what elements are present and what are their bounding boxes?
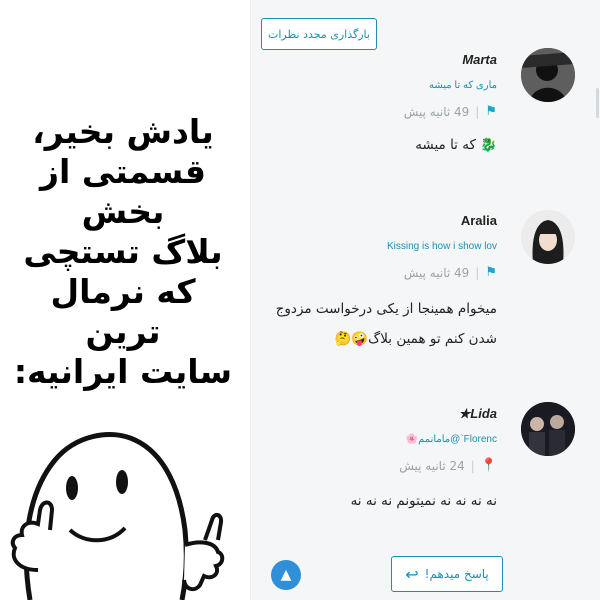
comment-body: 🐉 که تا میشه — [415, 137, 497, 153]
reply-label: پاسخ میدهم! — [424, 567, 489, 581]
flag-icon[interactable]: ⚑ — [485, 104, 497, 119]
meme-caption: یادش بخیر، قسمتی از بخش بلاگ تستچی که نر… — [13, 112, 233, 391]
reload-comments-button[interactable]: بارگذاری مجدد نظرات — [261, 18, 377, 50]
scroll-to-top-button[interactable]: ▲ — [271, 560, 301, 590]
flag-icon[interactable]: ⚑ — [485, 265, 497, 280]
comment-time: 49 ثانیه پیش — [403, 265, 470, 280]
comment-body: میخوام همینجا از یکی درخواست مزدوج شدن ک… — [275, 301, 497, 347]
comment-user-bio: 🌸مامانمم@`Florenc — [405, 434, 497, 445]
comment-meta: ⚑ | 49 ثانیه پیش — [404, 104, 497, 119]
comment-username[interactable]: Aralia — [461, 213, 497, 228]
comment-body: نه نه نه نه نمیتونم نه نه نه — [350, 493, 497, 509]
avatar[interactable] — [521, 48, 575, 102]
meta-separator: | — [475, 104, 480, 119]
meme-panel: یادش بخیر، قسمتی از بخش بلاگ تستچی که نر… — [0, 0, 250, 600]
comments-feed: بارگذاری مجدد نظرات Marta ماری که تا میش… — [250, 0, 600, 600]
comment-meta: 📍 | 24 ثانیه پیش — [399, 458, 497, 473]
comment-time: 49 ثانیه پیش — [403, 104, 470, 119]
reply-arrow-icon: ↩ — [405, 564, 419, 584]
comment-time: 24 ثانیه پیش — [399, 458, 465, 473]
comment-username[interactable]: ★Lida — [459, 406, 497, 422]
scrollbar[interactable] — [596, 88, 599, 118]
meta-separator: | — [470, 458, 475, 473]
comment-username[interactable]: Marta — [462, 52, 497, 67]
thumbs-up-blob-drawing — [10, 431, 225, 600]
meta-separator: | — [475, 265, 480, 280]
reply-button[interactable]: پاسخ میدهم! ↩ — [391, 556, 503, 592]
avatar[interactable] — [521, 210, 575, 264]
comment-user-bio: ماری که تا میشه — [428, 80, 497, 91]
chevron-up-icon: ▲ — [280, 567, 292, 583]
comment-user-bio: Kissing is how i show lov — [386, 241, 497, 252]
avatar[interactable] — [521, 402, 575, 456]
pin-icon[interactable]: 📍 — [481, 458, 497, 473]
comment-meta: ⚑ | 49 ثانیه پیش — [404, 265, 497, 280]
